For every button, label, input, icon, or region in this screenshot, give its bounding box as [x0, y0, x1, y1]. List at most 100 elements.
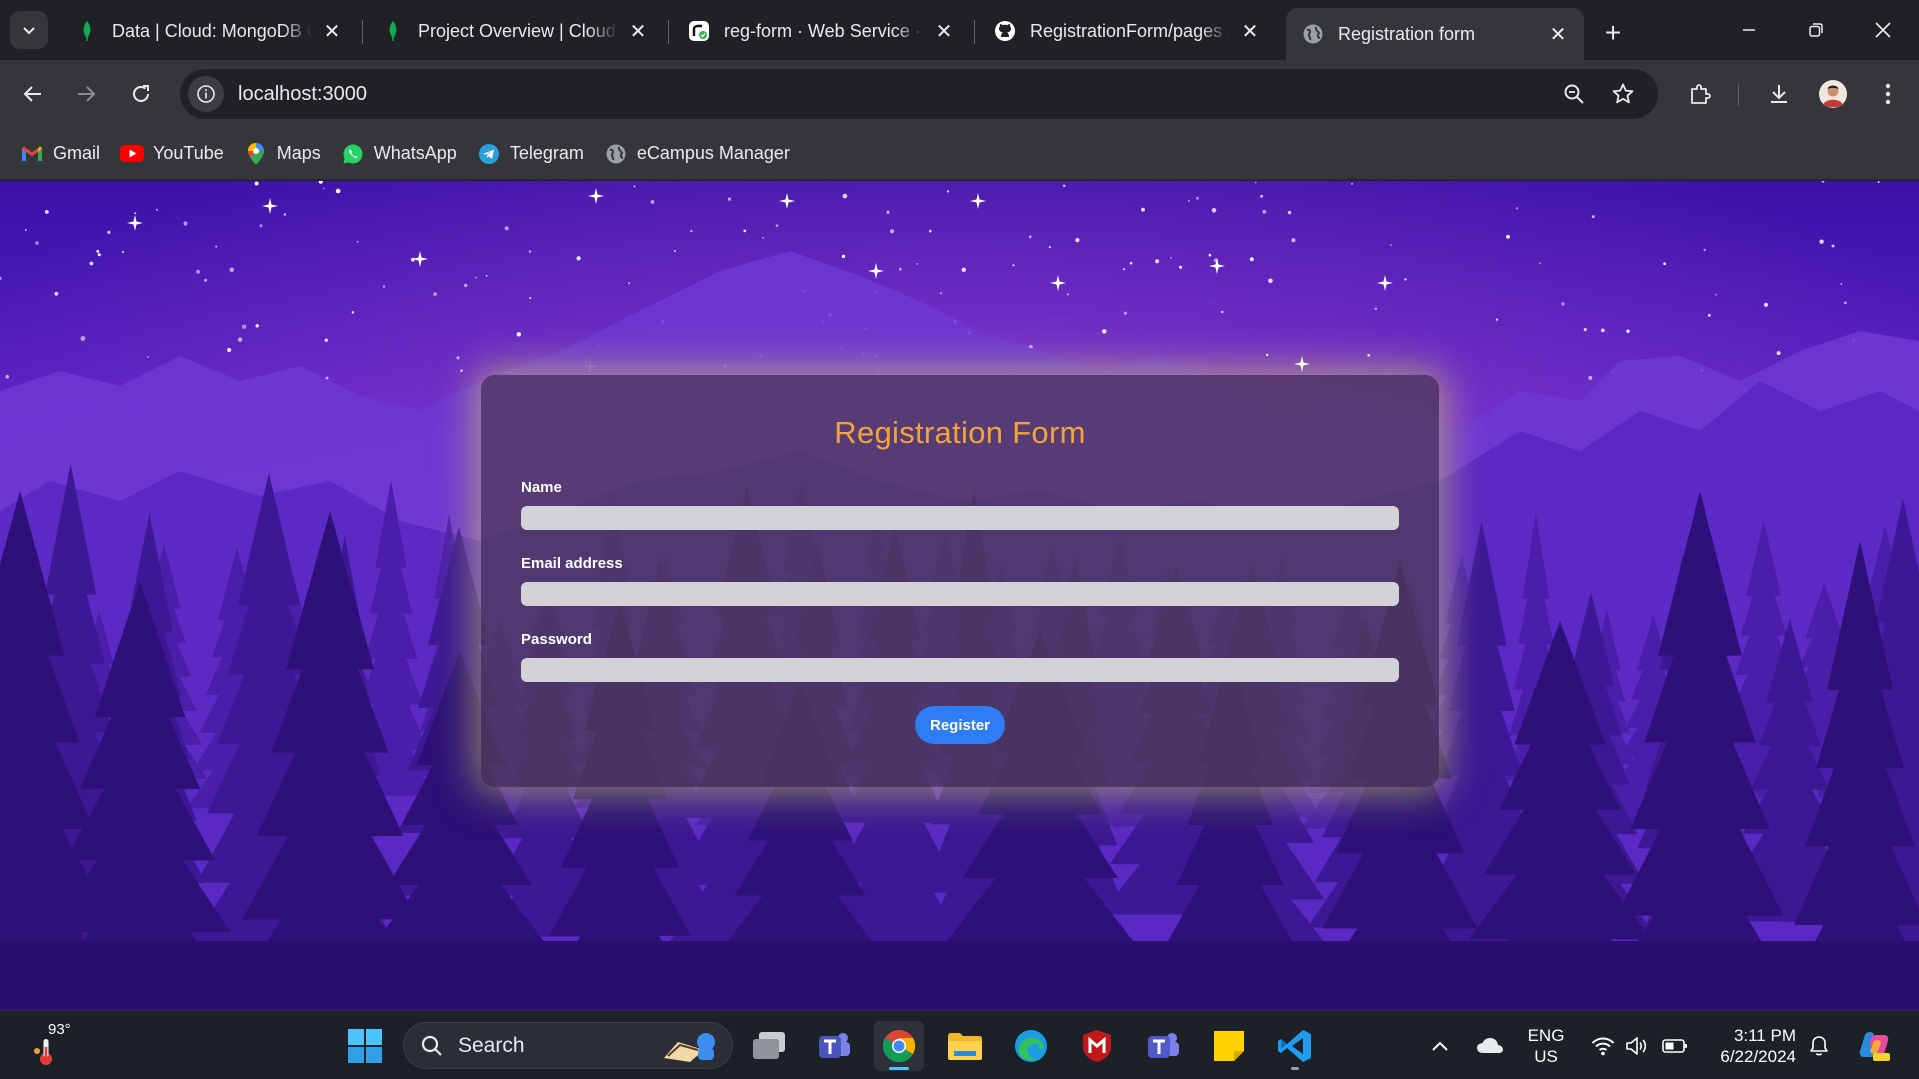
- star: [1763, 302, 1769, 307]
- teams-icon: [819, 1033, 850, 1058]
- star: [1208, 253, 1212, 257]
- taskbar-search[interactable]: Search: [403, 1022, 733, 1069]
- language-secondary: US: [1534, 1047, 1558, 1066]
- close-tab-icon[interactable]: ✕: [626, 19, 650, 43]
- extensions-button[interactable]: [1678, 72, 1722, 116]
- language-indicator[interactable]: ENG US: [1524, 1025, 1568, 1067]
- copilot-button[interactable]: [1852, 1021, 1896, 1071]
- edge-button[interactable]: [1006, 1021, 1056, 1071]
- copilot-icon: [1859, 1032, 1890, 1061]
- name-label: Name: [521, 479, 562, 496]
- start-button[interactable]: [340, 1021, 390, 1071]
- star: [96, 250, 100, 253]
- bookmark-star-button[interactable]: [1601, 72, 1645, 116]
- close-tab-icon[interactable]: ✕: [320, 19, 344, 43]
- tab-project-overview[interactable]: Project Overview | Cloud: MongoDB ✕: [366, 8, 664, 54]
- language-primary: ENG: [1527, 1026, 1565, 1045]
- email-label: Email address: [521, 555, 623, 572]
- password-input[interactable]: [521, 658, 1399, 682]
- teams-button[interactable]: [1138, 1021, 1188, 1071]
- maps-icon: [244, 142, 268, 166]
- bookmark-youtube[interactable]: YouTube: [112, 135, 232, 173]
- close-tab-icon[interactable]: ✕: [1546, 22, 1570, 46]
- close-tab-icon[interactable]: ✕: [1238, 19, 1262, 43]
- star: [1390, 244, 1392, 246]
- tab-render-service[interactable]: reg-form · Web Service · Render ✕: [672, 8, 970, 54]
- tab-separator: [668, 20, 669, 44]
- zoom-icon: [1564, 84, 1584, 104]
- show-hidden-icons-button[interactable]: [1422, 1021, 1458, 1071]
- thermometer-icon: [34, 1039, 52, 1065]
- star: [183, 221, 188, 226]
- tab-registration-form[interactable]: Registration form ✕: [1286, 8, 1584, 60]
- forward-button[interactable]: [64, 72, 108, 116]
- profile-avatar[interactable]: [1811, 72, 1855, 116]
- more-vertical-icon: [1885, 83, 1891, 105]
- minimize-button[interactable]: [1717, 8, 1781, 52]
- wifi-button[interactable]: [1585, 1021, 1621, 1071]
- restore-button[interactable]: [1784, 8, 1848, 52]
- star: [134, 212, 137, 215]
- sticky-notes-button[interactable]: [1204, 1021, 1254, 1071]
- task-view-button[interactable]: [744, 1021, 794, 1071]
- clock[interactable]: 3:11 PM 6/22/2024: [1708, 1025, 1796, 1067]
- bookmark-gmail[interactable]: Gmail: [12, 135, 108, 173]
- url-input[interactable]: [238, 82, 1338, 106]
- globe-icon: [1302, 23, 1324, 45]
- address-bar[interactable]: [180, 69, 1658, 119]
- star: [356, 241, 359, 243]
- site-info-button[interactable]: [188, 76, 224, 112]
- onedrive-button[interactable]: [1470, 1021, 1510, 1071]
- wifi-icon: [1591, 1037, 1615, 1056]
- cloud-icon: [1477, 1038, 1503, 1053]
- bookmark-whatsapp[interactable]: WhatsApp: [333, 135, 465, 173]
- zoom-button[interactable]: [1552, 72, 1596, 116]
- tab-title: RegistrationForm/pages at main: [1030, 20, 1230, 41]
- star: [1123, 268, 1125, 271]
- tab-github-pages[interactable]: RegistrationForm/pages at main ✕: [978, 8, 1276, 54]
- star: [1351, 182, 1353, 185]
- windows-taskbar: 93° Search ENG US 3:11 PM 6/22/2024: [0, 1010, 1919, 1079]
- notifications-button[interactable]: [1801, 1021, 1837, 1071]
- tab-search-button[interactable]: [10, 11, 48, 49]
- bookmark-telegram[interactable]: Telegram: [469, 135, 592, 173]
- close-window-button[interactable]: [1851, 8, 1915, 52]
- name-input[interactable]: [521, 506, 1399, 530]
- downloads-button[interactable]: [1757, 72, 1801, 116]
- page-viewport: Registration Form Name Email address Pas…: [0, 181, 1919, 1010]
- star: [529, 297, 532, 300]
- mcafee-button[interactable]: [1072, 1021, 1122, 1071]
- battery-button[interactable]: [1657, 1021, 1693, 1071]
- star: [1819, 239, 1824, 244]
- register-button[interactable]: Register: [914, 706, 1006, 744]
- email-input[interactable]: [521, 582, 1399, 606]
- new-tab-button[interactable]: +: [1596, 16, 1630, 50]
- star: [1831, 244, 1835, 248]
- reload-button[interactable]: [119, 72, 163, 116]
- star: [1714, 293, 1717, 296]
- star: [1268, 278, 1273, 284]
- bookmark-maps[interactable]: Maps: [236, 135, 329, 173]
- file-explorer-button[interactable]: [940, 1021, 990, 1071]
- tab-mongodb-data[interactable]: Data | Cloud: MongoDB Cloud ✕: [60, 8, 358, 54]
- chrome-taskbar-button[interactable]: [874, 1021, 924, 1071]
- star: [322, 187, 325, 190]
- volume-button[interactable]: [1619, 1021, 1655, 1071]
- back-button[interactable]: [11, 72, 55, 116]
- tab-separator: [974, 20, 975, 44]
- weather-widget[interactable]: 93°: [28, 1021, 88, 1069]
- restore-icon: [1809, 23, 1823, 37]
- teams-chat-button[interactable]: [809, 1021, 859, 1071]
- star: [97, 253, 101, 257]
- info-icon: [197, 85, 215, 103]
- star: [528, 250, 532, 253]
- youtube-icon: [120, 142, 145, 166]
- bookmark-ecampus[interactable]: eCampus Manager: [596, 135, 798, 173]
- vscode-button[interactable]: [1270, 1021, 1320, 1071]
- chrome-menu-button[interactable]: [1866, 72, 1910, 116]
- star: [650, 200, 655, 204]
- star: [1591, 215, 1595, 219]
- close-tab-icon[interactable]: ✕: [932, 19, 956, 43]
- star: [1506, 234, 1510, 239]
- puzzle-icon: [1691, 84, 1711, 104]
